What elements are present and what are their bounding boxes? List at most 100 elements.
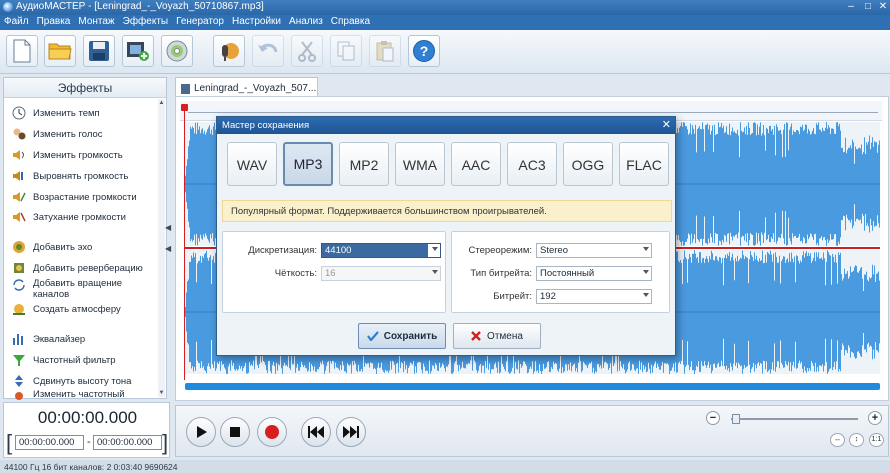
effect-change-tempo[interactable]: Изменить темп [12, 104, 100, 122]
zoom-in-button[interactable]: + [868, 411, 882, 425]
selection-start-field[interactable]: 00:00:00.000 [15, 435, 84, 450]
sample-rate-select[interactable]: 44100 [321, 243, 441, 258]
collapse-panel-arrow-2[interactable]: ◀ [165, 244, 171, 253]
format-flac-button[interactable]: FLAC [619, 142, 669, 186]
burn-cd-button[interactable] [161, 35, 193, 67]
stop-button[interactable] [220, 417, 250, 447]
pitch-icon [15, 375, 23, 387]
time-panel: 00:00:00.000 [ 00:00:00.000 - 00:00:00.0… [3, 402, 170, 458]
status-bar: 44100 Гц 16 бит каналов: 2 0:03:40 96906… [0, 460, 890, 473]
add-video-button[interactable] [122, 35, 154, 67]
cut-button[interactable] [291, 35, 323, 67]
bitrate-value: 192 [540, 291, 556, 302]
format-aac-button[interactable]: AAC [451, 142, 501, 186]
dialog-title: Мастер сохранения [222, 120, 310, 131]
checkmark-icon [366, 331, 379, 341]
open-file-button[interactable] [44, 35, 76, 67]
effect-add-echo[interactable]: Добавить эхо [12, 238, 92, 256]
accuracy-value: 16 [325, 268, 336, 279]
zoom-slider[interactable] [731, 418, 858, 420]
effect-equalizer[interactable]: Эквалайзер [12, 330, 85, 348]
effect-fade-in[interactable]: Возрастание громкости [12, 188, 137, 206]
selection-end-field[interactable]: 00:00:00.000 [93, 435, 162, 450]
effect-label: Сдвинуть высоту тона [33, 375, 132, 387]
record-icon [265, 425, 279, 439]
rotate-icon [13, 279, 25, 291]
effect-change-frequency[interactable]: Изменить частотный [12, 388, 125, 400]
dialog-close-button[interactable]: ✕ [662, 118, 671, 131]
tempo-icon [12, 106, 26, 120]
cancel-button-label: Отмена [487, 330, 523, 342]
sample-rate-label: Дискретизация: [248, 245, 317, 256]
new-file-button[interactable] [6, 35, 38, 67]
app-logo-icon [3, 2, 13, 12]
fast-forward-button[interactable] [336, 417, 366, 447]
audio-file-icon [181, 83, 190, 94]
maximize-button[interactable]: □ [862, 1, 874, 13]
menu-analysis[interactable]: Анализ [285, 15, 327, 30]
filter-icon [13, 355, 25, 366]
menu-effects[interactable]: Эффекты [119, 15, 172, 30]
effects-scrollbar[interactable]: ▲ ▼ [158, 99, 165, 397]
record-button[interactable] [257, 417, 287, 447]
copy-icon [337, 41, 355, 61]
menu-generator[interactable]: Генератор [172, 15, 228, 30]
record-audio-button[interactable] [213, 35, 245, 67]
format-ogg-button[interactable]: OGG [563, 142, 613, 186]
paste-button[interactable] [369, 35, 401, 67]
format-selector: WAV MP3 MP2 WMA AAC AC3 OGG FLAC [224, 142, 670, 188]
zoom-out-button[interactable]: − [706, 411, 720, 425]
menu-file[interactable]: Файл [0, 15, 33, 30]
zoom-slider-thumb[interactable] [731, 414, 740, 424]
close-window-button[interactable]: ✕ [877, 1, 889, 13]
effect-create-atmosphere[interactable]: Создать атмосферу [12, 300, 121, 318]
menu-settings[interactable]: Настройки [228, 15, 285, 30]
cancel-button[interactable]: Отмена [453, 323, 541, 349]
play-button[interactable] [186, 417, 216, 447]
rewind-button[interactable] [301, 417, 331, 447]
format-ac3-button[interactable]: AC3 [507, 142, 557, 186]
format-wav-button[interactable]: WAV [227, 142, 277, 186]
menu-edit[interactable]: Правка [33, 15, 75, 30]
effect-change-voice[interactable]: Изменить голос [12, 125, 103, 143]
sample-rate-value: 44100 [325, 245, 352, 256]
bitrate-select[interactable]: 192 [536, 289, 652, 304]
horizontal-scrollbar[interactable] [185, 383, 880, 390]
tab-label: Leningrad_-_Voyazh_507... [194, 83, 317, 94]
accuracy-select: 16 [321, 266, 441, 281]
effect-add-reverb[interactable]: Добавить реверберацию [12, 259, 143, 277]
fit-width-button[interactable]: ↔ [830, 433, 845, 447]
format-wma-button[interactable]: WMA [395, 142, 445, 186]
stereo-mode-select[interactable]: Stereo [536, 243, 652, 258]
effect-change-volume[interactable]: Изменить громкость [12, 146, 123, 164]
zoom-reset-button[interactable]: 1:1 [869, 433, 884, 447]
format-mp3-button[interactable]: MP3 [283, 142, 333, 186]
help-button[interactable]: ? [408, 35, 440, 67]
menu-help[interactable]: Справка [327, 15, 374, 30]
save-wizard-dialog: Мастер сохранения ✕ WAV MP3 MP2 WMA AAC … [216, 116, 676, 356]
cancel-x-icon [471, 331, 481, 341]
window-title: АудиоМАСТЕР - [Leningrad_-_Voyazh_507108… [16, 1, 264, 12]
reverb-icon [14, 263, 24, 273]
fit-height-button[interactable]: ↕ [849, 433, 864, 447]
minimize-button[interactable]: – [845, 1, 857, 13]
menu-montage[interactable]: Монтаж [74, 15, 118, 30]
save-button[interactable]: Сохранить [358, 323, 446, 349]
scroll-up-arrow[interactable]: ▲ [158, 99, 165, 107]
menu-bar: Файл Правка Монтаж Эффекты Генератор Нас… [0, 15, 890, 30]
copy-button[interactable] [330, 35, 362, 67]
bitrate-type-select[interactable]: Постоянный [536, 266, 652, 281]
save-file-button[interactable] [83, 35, 115, 67]
transport-panel [175, 405, 889, 457]
effect-frequency-filter[interactable]: Частотный фильтр [12, 351, 116, 369]
format-hint: Популярный формат. Поддерживается больши… [222, 200, 672, 222]
collapse-panel-arrow[interactable]: ◀ [165, 223, 171, 232]
stereo-mode-value: Stereo [540, 245, 568, 256]
scroll-down-arrow[interactable]: ▼ [158, 389, 165, 397]
save-button-label: Сохранить [383, 330, 438, 342]
undo-button[interactable] [252, 35, 284, 67]
effect-normalize-volume[interactable]: Выровнять громкость [12, 167, 128, 185]
tab-document[interactable]: Leningrad_-_Voyazh_507... [175, 77, 318, 96]
format-mp2-button[interactable]: MP2 [339, 142, 389, 186]
effect-fade-out[interactable]: Затухание громкости [12, 208, 126, 226]
